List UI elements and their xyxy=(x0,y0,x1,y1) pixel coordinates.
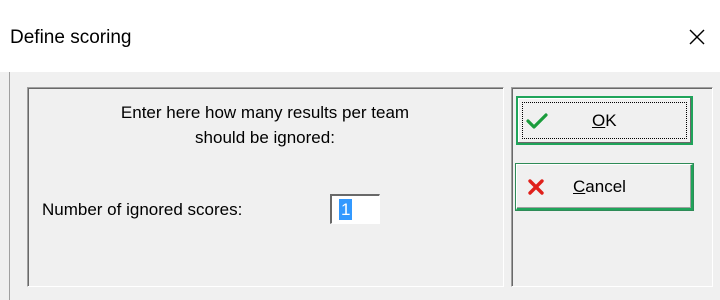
instruction-text: Enter here how many results per team sho… xyxy=(30,100,500,150)
ok-button[interactable]: OK xyxy=(516,96,693,145)
cancel-label: Cancel xyxy=(573,176,626,196)
ignored-scores-label: Number of ignored scores: xyxy=(42,200,243,219)
ok-label: OK xyxy=(592,110,617,130)
dialog-title: Define scoring xyxy=(10,27,132,48)
instruction-line-1: Enter here how many results per team xyxy=(120,103,410,122)
x-mark-icon xyxy=(525,176,547,198)
close-icon xyxy=(689,29,705,45)
dialog-window: Define scoring Enter here how many resul… xyxy=(0,0,720,300)
cancel-button[interactable]: Cancel xyxy=(515,163,694,211)
ignored-scores-value: 1 xyxy=(339,199,353,220)
checkmark-icon xyxy=(526,110,548,132)
instruction-line-2: should be ignored: xyxy=(195,128,335,147)
title-bar: Define scoring xyxy=(0,0,720,72)
ignored-scores-input[interactable]: 1 xyxy=(330,194,380,224)
close-button[interactable] xyxy=(674,14,720,60)
